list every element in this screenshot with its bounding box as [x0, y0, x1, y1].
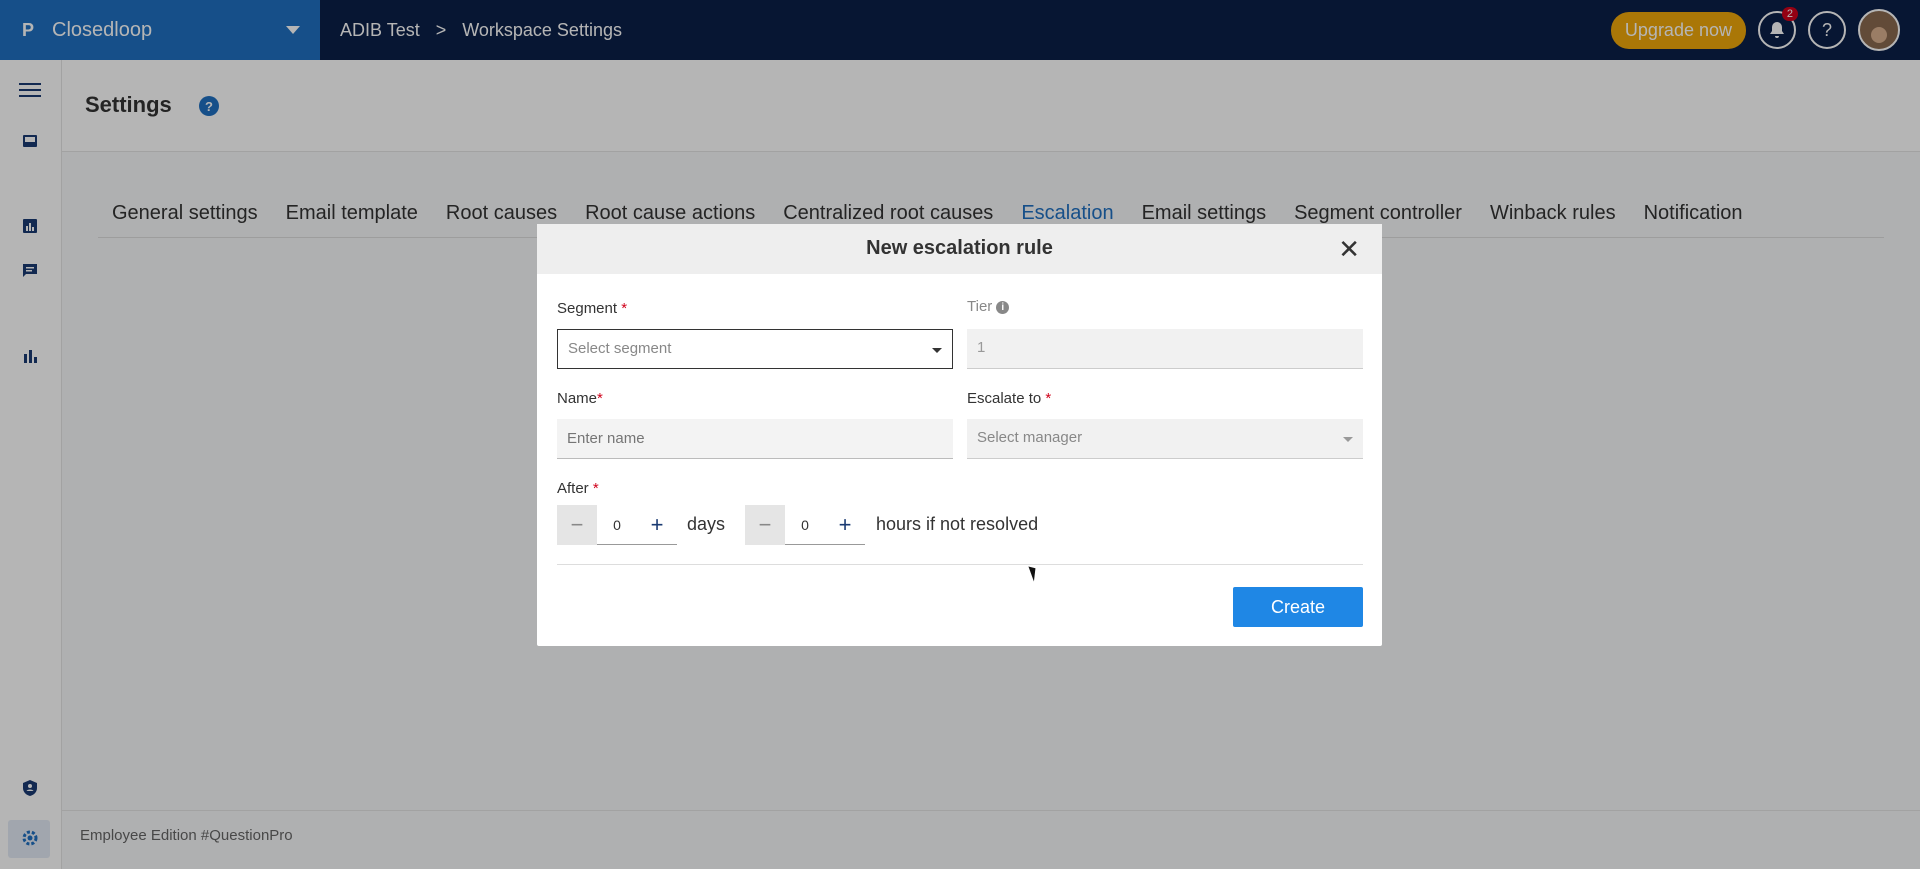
hours-value[interactable]: 0: [785, 505, 825, 545]
tier-label: Tier i: [967, 298, 1010, 315]
hours-decrement-button[interactable]: −: [745, 505, 785, 545]
segment-select[interactable]: Select segment: [557, 329, 953, 369]
escalate-to-label: Escalate to *: [967, 390, 1052, 407]
close-icon[interactable]: ✕: [1338, 234, 1360, 265]
modal-title: New escalation rule: [866, 237, 1053, 259]
required-mark: *: [621, 300, 628, 317]
divider: [557, 564, 1363, 565]
days-stepper: − 0 +: [557, 505, 677, 545]
days-increment-button[interactable]: +: [637, 505, 677, 545]
new-escalation-rule-dialog: New escalation rule ✕ Segment * Select s…: [537, 224, 1382, 646]
info-icon: i: [996, 301, 1010, 314]
hours-increment-button[interactable]: +: [825, 505, 865, 545]
days-value[interactable]: 0: [597, 505, 637, 545]
days-decrement-button[interactable]: −: [557, 505, 597, 545]
segment-label: Segment *: [557, 300, 628, 317]
hours-unit-label: hours if not resolved: [876, 514, 1039, 534]
create-button[interactable]: Create: [1233, 587, 1363, 627]
hours-stepper: − 0 +: [745, 505, 865, 545]
modal-header: New escalation rule ✕: [537, 224, 1382, 274]
escalate-to-select[interactable]: Select manager: [967, 419, 1363, 459]
name-input[interactable]: [557, 419, 953, 459]
name-label: Name*: [557, 390, 603, 407]
escalate-placeholder: Select manager: [977, 429, 1083, 446]
days-unit-label: days: [687, 514, 726, 534]
after-label: After *: [557, 480, 599, 497]
dropdown-caret-icon: [932, 348, 942, 353]
segment-placeholder: Select segment: [568, 340, 672, 357]
dropdown-caret-icon: [1343, 437, 1353, 442]
tier-field: 1: [967, 329, 1363, 369]
